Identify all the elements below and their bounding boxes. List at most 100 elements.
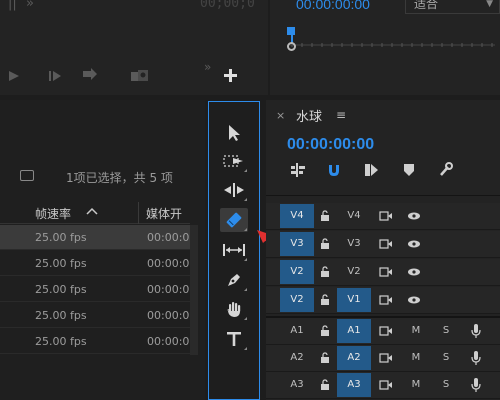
type-tool[interactable]	[220, 327, 248, 351]
row-media-start: 00:00:0	[147, 283, 190, 296]
lock-icon[interactable]	[320, 346, 330, 370]
slip-tool[interactable]	[220, 238, 248, 262]
lock-icon[interactable]	[320, 260, 330, 284]
eye-icon[interactable]	[406, 260, 422, 284]
column-divider[interactable]	[138, 202, 139, 224]
row-frame-rate: 25.00 fps	[35, 257, 87, 270]
ripple-edit-tool[interactable]	[220, 178, 248, 202]
export-frame-icon[interactable]	[130, 67, 150, 86]
more-icon[interactable]: »	[204, 60, 211, 74]
eye-icon[interactable]	[406, 288, 422, 312]
sync-lock-icon[interactable]	[379, 232, 393, 256]
track-target-a2[interactable]: A2	[337, 346, 371, 370]
bin-icon[interactable]	[20, 170, 34, 181]
source-patch-v4[interactable]: V4	[280, 204, 314, 228]
project-row[interactable]: 25.00 fps 00:00:0	[0, 251, 190, 276]
fast-forward-icon[interactable]: »	[26, 0, 34, 11]
project-row[interactable]: 25.00 fps 00:00:0	[0, 277, 190, 302]
timecode-ruler[interactable]	[290, 40, 495, 50]
lock-icon[interactable]	[320, 232, 330, 256]
row-media-start: 00:00:0	[147, 309, 190, 322]
source-patch-a3[interactable]: A3	[280, 373, 314, 397]
selection-tool[interactable]	[220, 121, 248, 145]
fit-dropdown[interactable]: 适合 ▼	[405, 0, 500, 14]
tool-group-indicator	[244, 347, 247, 350]
timeline-timecode[interactable]: 00:00:00:00	[287, 136, 374, 154]
close-icon[interactable]: ×	[276, 109, 285, 122]
source-patch-a2[interactable]: A2	[280, 346, 314, 370]
row-frame-rate: 25.00 fps	[35, 335, 87, 348]
mute-button[interactable]: M	[410, 346, 422, 370]
source-patch-a1[interactable]: A1	[280, 319, 314, 343]
track-target-v4[interactable]: V4	[337, 204, 371, 228]
eye-icon[interactable]	[406, 232, 422, 256]
snap-icon[interactable]	[325, 162, 343, 178]
nest-icon[interactable]	[289, 162, 307, 178]
tool-group-indicator	[244, 258, 247, 261]
add-icon[interactable]	[224, 67, 237, 86]
selection-status: 1项已选择，共 5 项	[66, 171, 173, 185]
eye-icon[interactable]	[406, 204, 422, 228]
project-row[interactable]: 25.00 fps 00:00:0	[0, 303, 190, 328]
sync-lock-icon[interactable]	[379, 373, 393, 397]
sync-lock-icon[interactable]	[379, 204, 393, 228]
project-row[interactable]: 25.00 fps 00:00:0	[0, 225, 190, 250]
source-monitor-transport: || »	[8, 0, 34, 11]
hand-tool[interactable]	[220, 297, 248, 321]
track-target-a1[interactable]: A1	[337, 319, 371, 343]
solo-button[interactable]: S	[440, 319, 452, 343]
in-point-marker[interactable]	[287, 42, 296, 51]
add-marker-icon[interactable]	[401, 162, 417, 178]
row-media-start: 00:00:0	[147, 231, 190, 244]
razor-icon	[226, 212, 242, 228]
premiere-workspace: || » 00;00;0 » 00:00:00:00 适合 ▼ 1项已选择，共 …	[0, 0, 500, 400]
slip-icon	[223, 244, 245, 256]
razor-tool[interactable]	[220, 208, 248, 232]
pen-icon	[228, 274, 240, 286]
tool-group-indicator	[244, 288, 247, 291]
project-scrollbar[interactable]	[190, 225, 198, 355]
tool-group-indicator	[244, 228, 247, 231]
track-target-v3[interactable]: V3	[337, 232, 371, 256]
mute-button[interactable]: M	[410, 373, 422, 397]
project-row[interactable]: 25.00 fps 00:00:0	[0, 329, 190, 354]
step-forward-icon[interactable]	[48, 67, 62, 86]
linked-selection-icon[interactable]	[362, 162, 380, 178]
track-target-v1[interactable]: V1	[337, 288, 371, 312]
lock-icon[interactable]	[320, 288, 330, 312]
fit-dropdown-value: 适合	[414, 0, 439, 11]
column-media-start[interactable]: 媒体开	[146, 205, 182, 222]
microphone-icon[interactable]	[470, 346, 482, 370]
track-target-v2[interactable]: V2	[337, 260, 371, 284]
source-patch-v2[interactable]: V2	[280, 260, 314, 284]
row-frame-rate: 25.00 fps	[35, 309, 87, 322]
sort-ascending-icon[interactable]	[86, 206, 98, 219]
program-timecode: 00:00:00:00	[296, 0, 370, 12]
pause-icon[interactable]: ||	[8, 0, 17, 11]
solo-button[interactable]: S	[440, 346, 452, 370]
mute-button[interactable]: M	[410, 319, 422, 343]
lock-icon[interactable]	[320, 319, 330, 343]
track-target-a3[interactable]: A3	[337, 373, 371, 397]
track-select-tool[interactable]	[220, 149, 248, 173]
project-panel	[0, 100, 205, 400]
pen-tool[interactable]	[220, 268, 248, 292]
sync-lock-icon[interactable]	[379, 260, 393, 284]
settings-wrench-icon[interactable]	[436, 162, 454, 178]
source-patch-v1[interactable]: V2	[280, 288, 314, 312]
panel-menu-icon[interactable]: ≡	[336, 108, 346, 122]
lock-icon[interactable]	[320, 373, 330, 397]
solo-button[interactable]: S	[440, 373, 452, 397]
microphone-icon[interactable]	[470, 319, 482, 343]
column-frame-rate[interactable]: 帧速率	[35, 205, 71, 222]
sync-lock-icon[interactable]	[379, 319, 393, 343]
insert-icon[interactable]	[82, 66, 100, 85]
sync-lock-icon[interactable]	[379, 346, 393, 370]
source-timecode: 00;00;0	[200, 0, 255, 11]
source-patch-v3[interactable]: V3	[280, 232, 314, 256]
microphone-icon[interactable]	[470, 373, 482, 397]
sync-lock-icon[interactable]	[379, 288, 393, 312]
lock-icon[interactable]	[320, 204, 330, 228]
play-icon[interactable]	[8, 67, 20, 86]
sequence-tab-title[interactable]: 水球	[296, 106, 322, 125]
